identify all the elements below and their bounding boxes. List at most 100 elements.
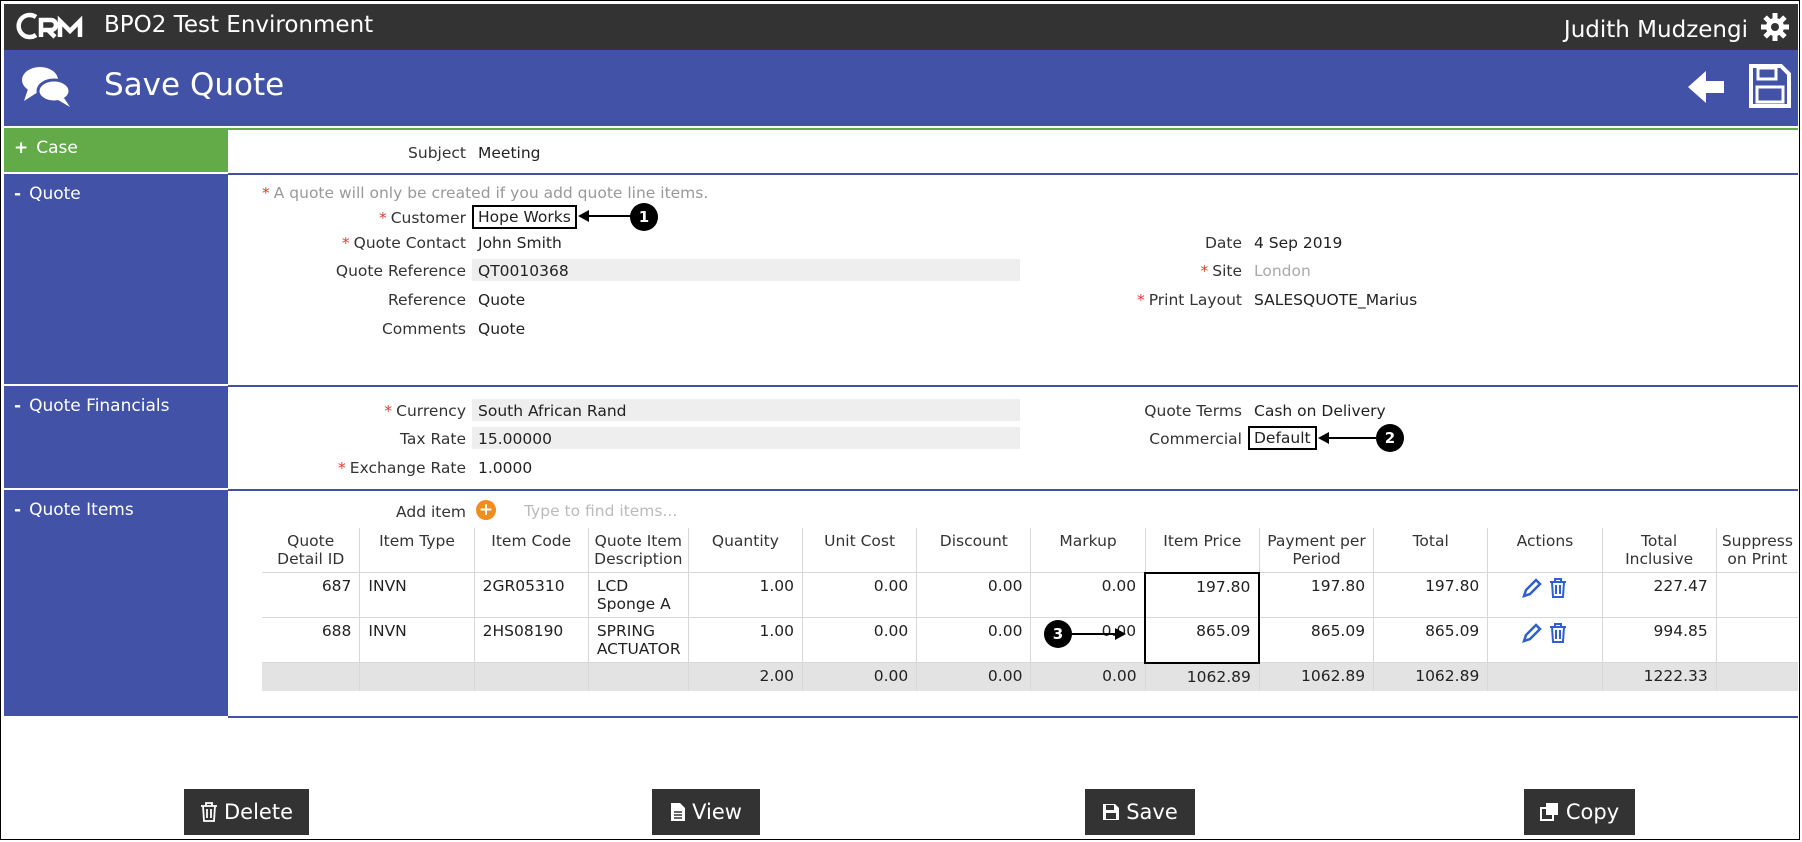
cell-suppress[interactable] [1715, 572, 1798, 618]
add-item-button[interactable]: + [476, 500, 496, 520]
cell-total-inclusive: 227.47 [1601, 572, 1717, 618]
date-label: Date [1204, 234, 1242, 252]
edit-pencil-icon[interactable] [1521, 577, 1543, 599]
edit-pencil-icon[interactable] [1521, 622, 1543, 644]
crm-logo[interactable] [14, 12, 92, 40]
section-toggle-items[interactable]: - Quote Items [4, 490, 228, 716]
cell-total: 197.80 [1373, 572, 1488, 618]
page-header: Save Quote [4, 50, 1798, 126]
exchange-rate-value[interactable]: 1.0000 [478, 459, 532, 477]
print-layout-value[interactable]: SALESQUOTE_Marius [1254, 291, 1417, 309]
tax-rate-label: Tax Rate [399, 430, 466, 448]
callout-arrow [578, 210, 634, 222]
save-disk-icon[interactable] [1748, 63, 1792, 109]
currency-value[interactable]: South African Rand [478, 402, 627, 420]
collapse-icon: - [14, 184, 22, 204]
user-name[interactable]: Judith Mudzengi [1564, 17, 1748, 43]
divider [228, 489, 1798, 491]
cell-markup: 0.00 [1030, 572, 1146, 618]
col-header[interactable]: Quote Detail ID [262, 528, 360, 573]
col-header[interactable]: Markup [1030, 528, 1146, 573]
table-row[interactable]: 687 INVN 2GR05310 LCD Sponge A 1.00 0.00… [262, 571, 1798, 618]
cell-id: 687 [262, 572, 360, 618]
cell-discount: 0.00 [916, 572, 1031, 618]
quote-terms-value[interactable]: Cash on Delivery [1254, 402, 1386, 420]
section-toggle-case[interactable]: + Case [4, 128, 228, 172]
collapse-icon: - [14, 500, 22, 520]
table-row[interactable]: 688 INVN 2HS08190 SPRING ACTUATOR 1.00 0… [262, 617, 1798, 664]
trash-icon[interactable] [1548, 622, 1568, 644]
customer-value[interactable]: Hope Works [472, 205, 577, 229]
divider [228, 173, 1798, 175]
totals-row: 2.00 0.00 0.00 0.00 1062.89 1062.89 1062… [262, 662, 1798, 691]
cell-item-price: 197.80 [1144, 571, 1261, 618]
save-label: Save [1126, 800, 1178, 824]
col-header[interactable]: Quote Item Description [587, 528, 689, 573]
tax-rate-field [472, 427, 1020, 449]
trash-icon[interactable] [1548, 577, 1568, 599]
callout-marker-2: 2 [1376, 424, 1404, 452]
col-header[interactable]: Item Type [359, 528, 475, 573]
site-label: * Site [1200, 262, 1242, 280]
site-value[interactable]: London [1254, 262, 1311, 280]
back-arrow-icon[interactable] [1684, 65, 1728, 109]
callout-marker-1: 1 [630, 203, 658, 231]
top-bar: BPO2 Test Environment Judith Mudzengi [4, 4, 1798, 50]
cell-empty [1487, 662, 1603, 691]
total-unit-cost: 0.00 [801, 662, 917, 691]
quote-terms-label: Quote Terms [1144, 402, 1242, 420]
callout-arrow [1318, 432, 1376, 444]
cell-actions [1487, 617, 1603, 663]
exchange-rate-label: * Exchange Rate [338, 459, 466, 477]
col-header[interactable]: Unit Cost [801, 528, 917, 573]
cell-suppress[interactable] [1715, 617, 1798, 663]
cell-desc: LCD Sponge A [587, 572, 689, 618]
col-header[interactable]: Quantity [687, 528, 803, 573]
copy-button[interactable]: Copy [1524, 789, 1635, 835]
cell-empty [587, 662, 689, 691]
col-header: Actions [1487, 528, 1603, 573]
gear-icon[interactable] [1760, 12, 1790, 42]
cell-type: INVN [359, 572, 475, 618]
col-header[interactable]: Discount [916, 528, 1031, 573]
cell-qty: 1.00 [687, 617, 803, 663]
quote-notice: * A quote will only be created if you add… [262, 184, 709, 202]
cell-id: 688 [262, 617, 360, 663]
tax-rate-value: 15.00000 [478, 430, 552, 448]
total-total: 1062.89 [1373, 662, 1488, 691]
callout-arrow [1072, 628, 1126, 640]
col-header[interactable]: Suppress on Print [1715, 528, 1798, 573]
total-discount: 0.00 [916, 662, 1031, 691]
view-button[interactable]: View [652, 789, 760, 835]
quote-reference-label: Quote Reference [335, 262, 466, 280]
col-header[interactable]: Item Price [1144, 528, 1260, 573]
comments-value[interactable]: Quote [478, 320, 525, 338]
col-header[interactable]: Payment per Period [1258, 528, 1374, 573]
section-label-case: Case [36, 138, 78, 158]
copy-label: Copy [1565, 800, 1620, 824]
section-toggle-quote[interactable]: - Quote [4, 174, 228, 384]
col-header[interactable]: Total Inclusive [1601, 528, 1717, 573]
subject-value[interactable]: Meeting [478, 144, 541, 162]
date-value[interactable]: 4 Sep 2019 [1254, 234, 1342, 252]
add-item-label: Add item [396, 503, 466, 521]
reference-value[interactable]: Quote [478, 291, 525, 309]
quote-reference-value: QT0010368 [478, 262, 569, 280]
currency-label: * Currency [384, 402, 466, 420]
cell-empty [262, 662, 360, 691]
delete-button[interactable]: Delete [184, 789, 309, 835]
cell-total-inclusive: 994.85 [1601, 617, 1717, 663]
total-markup: 0.00 [1030, 662, 1146, 691]
subject-label: Subject [408, 144, 466, 162]
cell-empty [359, 662, 475, 691]
cell-code: 2GR05310 [473, 572, 589, 618]
cell-discount: 0.00 [916, 617, 1031, 663]
col-header[interactable]: Item Code [473, 528, 589, 573]
quote-contact-value[interactable]: John Smith [478, 234, 562, 252]
commercial-value[interactable]: Default [1248, 426, 1317, 450]
save-button[interactable]: Save [1085, 789, 1195, 835]
find-items-input[interactable] [524, 502, 824, 520]
section-toggle-financials[interactable]: - Quote Financials [4, 386, 228, 488]
save-disk-icon [1103, 804, 1120, 820]
col-header[interactable]: Total [1373, 528, 1488, 573]
